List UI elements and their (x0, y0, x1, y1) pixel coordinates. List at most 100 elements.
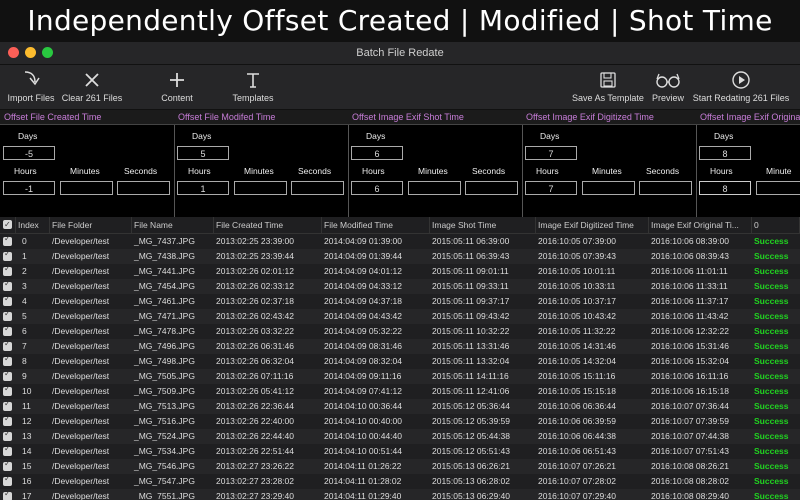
days-input[interactable]: 7 (525, 146, 577, 160)
row-checkbox[interactable] (3, 414, 12, 426)
row-checkbox[interactable] (3, 444, 12, 456)
cell-created: 2013:02:27 23:26:22 (216, 461, 294, 471)
table-row[interactable]: 1/Developer/test _MG_7438.JPG 2013:02:25 2… (0, 249, 800, 264)
hours-label: Hours (710, 166, 733, 176)
hours-input[interactable]: -1 (3, 181, 55, 195)
column-header[interactable]: File Folder (50, 217, 132, 233)
preview-button[interactable]: Preview (650, 67, 686, 103)
cell-index: 14 (22, 446, 32, 456)
column-header[interactable]: Image Exif Digitized Time (536, 217, 649, 233)
row-checkbox[interactable] (3, 459, 12, 471)
hours-input[interactable]: 1 (177, 181, 229, 195)
table-row[interactable]: 13/Developer/test _MG_7524.JPG 2013:02:26 … (0, 429, 800, 444)
close-window-button[interactable] (8, 47, 19, 58)
seconds-input[interactable] (465, 181, 518, 195)
row-checkbox[interactable] (3, 309, 12, 321)
row-checkbox[interactable] (3, 399, 12, 411)
select-all-checkbox[interactable] (0, 217, 16, 233)
clear-files-button[interactable]: Clear 261 Files (60, 67, 124, 103)
table-row[interactable]: 3/Developer/test _MG_7454.JPG 2013:02:26 0… (0, 279, 800, 294)
seconds-input[interactable] (291, 181, 344, 195)
row-checkbox[interactable] (3, 474, 12, 486)
cell-created: 2013:02:26 06:32:04 (216, 356, 294, 366)
days-input[interactable]: 5 (177, 146, 229, 160)
column-header[interactable]: File Modified Time (322, 217, 430, 233)
row-checkbox[interactable] (3, 249, 12, 261)
table-row[interactable]: 0/Developer/test _MG_7437.JPG 2013:02:25 2… (0, 234, 800, 249)
table-row[interactable]: 6/Developer/test _MG_7478.JPG 2013:02:26 0… (0, 324, 800, 339)
table-row[interactable]: 14/Developer/test _MG_7534.JPG 2013:02:26 … (0, 444, 800, 459)
cell-index: 11 (22, 401, 31, 411)
cell-digitized: 2016:10:05 10:37:17 (538, 296, 616, 306)
column-header[interactable]: Image Exif Original Ti... (649, 217, 752, 233)
save-as-template-button[interactable]: Save As Template (570, 67, 646, 103)
column-header[interactable]: 0 (752, 217, 800, 233)
minutes-input[interactable] (408, 181, 461, 195)
days-input[interactable]: -5 (3, 146, 55, 160)
row-checkbox[interactable] (3, 279, 12, 291)
table-row[interactable]: 4/Developer/test _MG_7461.JPG 2013:02:26 0… (0, 294, 800, 309)
table-row[interactable]: 2/Developer/test _MG_7441.JPG 2013:02:26 0… (0, 264, 800, 279)
minutes-input[interactable] (582, 181, 635, 195)
templates-button[interactable]: Templates (228, 67, 278, 103)
cell-status: Success (754, 416, 789, 426)
hours-input[interactable]: 8 (699, 181, 751, 195)
toolbar: Import Files Clear 261 Files Content Tem… (0, 65, 800, 110)
row-checkbox[interactable] (3, 324, 12, 336)
seconds-input[interactable] (639, 181, 692, 195)
cell-index: 9 (22, 371, 27, 381)
content-label: Content (161, 93, 193, 103)
cell-index: 13 (22, 431, 32, 441)
column-header[interactable]: File Created Time (214, 217, 322, 233)
table-row[interactable]: 5/Developer/test _MG_7471.JPG 2013:02:26 0… (0, 309, 800, 324)
row-checkbox[interactable] (3, 354, 12, 366)
row-checkbox[interactable] (3, 294, 12, 306)
minutes-input[interactable] (60, 181, 113, 195)
table-row[interactable]: 8/Developer/test _MG_7498.JPG 2013:02:26 0… (0, 354, 800, 369)
zoom-window-button[interactable] (42, 47, 53, 58)
offset-panel-0: Offset File Created Time Days -5 Hours -1 Min… (0, 110, 175, 218)
minimize-window-button[interactable] (25, 47, 36, 58)
row-checkbox[interactable] (3, 429, 12, 441)
cell-status: Success (754, 431, 789, 441)
cell-created: 2013:02:26 06:31:46 (216, 341, 294, 351)
table-row[interactable]: 16/Developer/test _MG_7547.JPG 2013:02:27 … (0, 474, 800, 489)
minutes-input[interactable] (756, 181, 800, 195)
table-row[interactable]: 7/Developer/test _MG_7496.JPG 2013:02:26 0… (0, 339, 800, 354)
row-checkbox[interactable] (3, 384, 12, 396)
column-header[interactable]: Image Shot Time (430, 217, 536, 233)
cell-modified: 2014:04:09 05:32:22 (324, 326, 402, 336)
row-checkbox[interactable] (3, 339, 12, 351)
cell-shot: 2015:05:11 13:32:04 (432, 356, 510, 366)
cell-digitized: 2016:10:06 06:36:44 (538, 401, 616, 411)
cell-index: 15 (22, 461, 32, 471)
cell-created: 2013:02:26 02:37:18 (216, 296, 294, 306)
table-row[interactable]: 15/Developer/test _MG_7546.JPG 2013:02:27 … (0, 459, 800, 474)
days-input[interactable]: 6 (351, 146, 403, 160)
import-files-button[interactable]: Import Files (6, 67, 56, 103)
minutes-input[interactable] (234, 181, 287, 195)
table-row[interactable]: 17/Developer/test _MG_7551.JPG 2013:02:27 … (0, 489, 800, 500)
column-header[interactable]: Index (16, 217, 50, 233)
column-header[interactable]: File Name (132, 217, 214, 233)
cell-modified: 2014:04:11 01:29:40 (324, 491, 402, 500)
hours-input[interactable]: 6 (351, 181, 403, 195)
cell-status: Success (754, 491, 789, 500)
row-checkbox[interactable] (3, 369, 12, 381)
cell-index: 0 (22, 236, 27, 246)
start-redating-button[interactable]: Start Redating 261 Files (690, 67, 792, 103)
content-button[interactable]: Content (156, 67, 198, 103)
row-checkbox[interactable] (3, 234, 12, 246)
cell-shot: 2015:05:11 12:41:06 (432, 386, 510, 396)
seconds-input[interactable] (117, 181, 170, 195)
cell-shot: 2015:05:11 14:11:16 (432, 371, 509, 381)
table-row[interactable]: 9/Developer/test _MG_7505.JPG 2013:02:26 0… (0, 369, 800, 384)
table-row[interactable]: 10/Developer/test _MG_7509.JPG 2013:02:26 … (0, 384, 800, 399)
row-checkbox[interactable] (3, 489, 12, 500)
days-input[interactable]: 8 (699, 146, 751, 160)
table-row[interactable]: 12/Developer/test _MG_7516.JPG 2013:02:26 … (0, 414, 800, 429)
cell-name: _MG_7534.JPG (134, 446, 195, 456)
table-row[interactable]: 11/Developer/test _MG_7513.JPG 2013:02:26 … (0, 399, 800, 414)
row-checkbox[interactable] (3, 264, 12, 276)
hours-input[interactable]: 7 (525, 181, 577, 195)
